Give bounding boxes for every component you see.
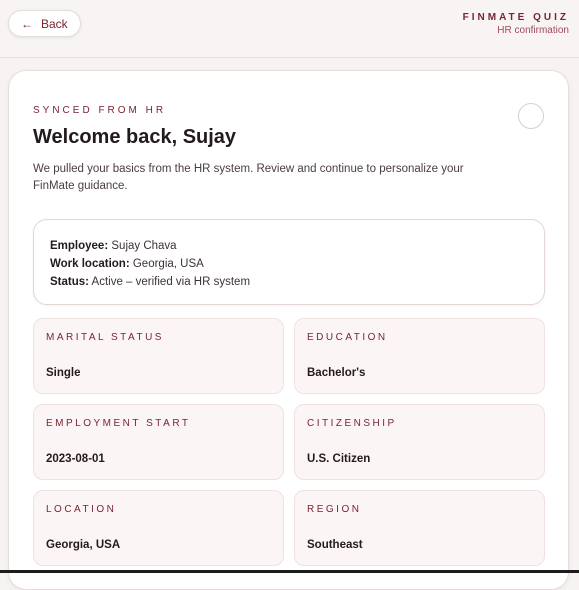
- brand-title: FINMATE QUIZ: [463, 12, 569, 23]
- status-label: Status:: [50, 276, 89, 288]
- top-bar: ← Back FINMATE QUIZ HR confirmation: [0, 0, 579, 58]
- field-value: Southeast: [307, 539, 363, 551]
- field-location: LOCATION Georgia, USA: [33, 490, 284, 566]
- employee-value: Sujay Chava: [111, 240, 176, 252]
- field-marital-status: MARITAL STATUS Single: [33, 318, 284, 394]
- field-label: MARITAL STATUS: [46, 332, 271, 343]
- field-label: LOCATION: [46, 504, 271, 515]
- field-value: Bachelor's: [307, 367, 365, 379]
- field-label: CITIZENSHIP: [307, 418, 532, 429]
- field-value: Single: [46, 367, 81, 379]
- summary-row-employee: Employee: Sujay Chava: [50, 237, 528, 255]
- back-button[interactable]: ← Back: [8, 10, 81, 37]
- summary-row-location: Work location: Georgia, USA: [50, 255, 528, 273]
- field-citizenship: CITIZENSHIP U.S. Citizen: [294, 404, 545, 480]
- intro-text: We pulled your basics from the HR system…: [33, 161, 503, 195]
- field-region: REGION Southeast: [294, 490, 545, 566]
- brand-subtitle: HR confirmation: [463, 25, 569, 36]
- work-location-label: Work location:: [50, 258, 130, 270]
- back-button-label: Back: [41, 17, 68, 31]
- field-label: EMPLOYMENT START: [46, 418, 271, 429]
- profile-fields-grid: MARITAL STATUS Single EDUCATION Bachelor…: [33, 318, 545, 566]
- field-label: REGION: [307, 504, 532, 515]
- work-location-value: Georgia, USA: [133, 258, 204, 270]
- field-label: EDUCATION: [307, 332, 532, 343]
- field-value: 2023-08-01: [46, 453, 105, 465]
- employee-label: Employee:: [50, 240, 108, 252]
- page-title: Welcome back, Sujay: [33, 126, 236, 149]
- hr-confirmation-card: SYNCED FROM HR Welcome back, Sujay We pu…: [8, 70, 569, 590]
- field-education: EDUCATION Bachelor's: [294, 318, 545, 394]
- arrow-left-icon: ←: [21, 18, 33, 30]
- field-value: Georgia, USA: [46, 539, 120, 551]
- field-employment-start: EMPLOYMENT START 2023-08-01: [33, 404, 284, 480]
- employee-summary: Employee: Sujay Chava Work location: Geo…: [33, 219, 545, 305]
- status-value: Active – verified via HR system: [92, 276, 251, 288]
- brand: FINMATE QUIZ HR confirmation: [463, 12, 569, 36]
- eyebrow-label: SYNCED FROM HR: [33, 105, 166, 116]
- summary-row-status: Status: Active – verified via HR system: [50, 273, 528, 291]
- circle-toggle-button[interactable]: [518, 103, 544, 129]
- field-value: U.S. Citizen: [307, 453, 370, 465]
